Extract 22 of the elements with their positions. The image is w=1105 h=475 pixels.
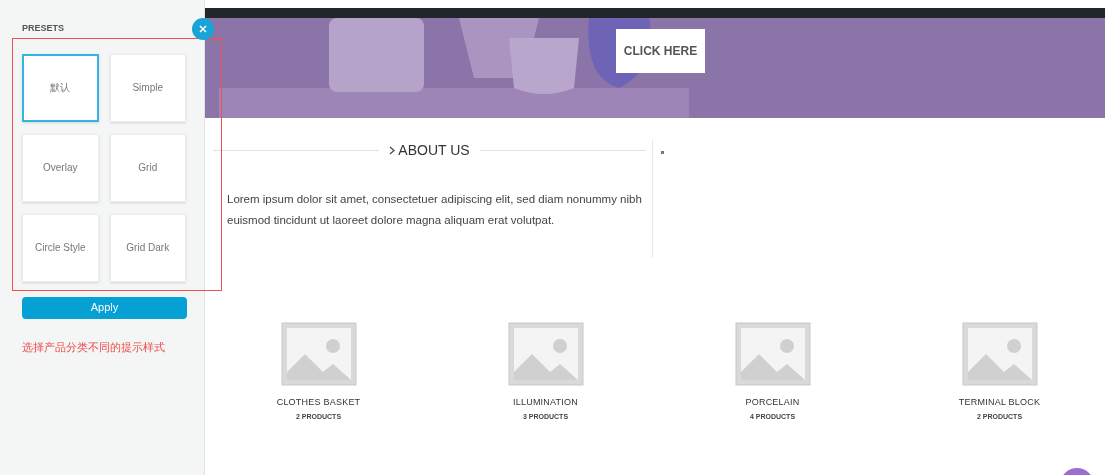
category-name: TERMINAL BLOCK bbox=[958, 396, 1041, 409]
image-placeholder-icon bbox=[734, 322, 811, 386]
category-name: CLOTHES BASKET bbox=[276, 396, 361, 409]
about-text: Lorem ipsum dolor sit amet, consectetuer adipiscing elit, sed diam nonummy nibh euismod tincidunt ut laoreet dolore magna aliquam erat volutpat. bbox=[227, 192, 643, 228]
preset-tile[interactable]: Simple bbox=[109, 53, 186, 122]
apply-button[interactable]: Apply bbox=[22, 296, 187, 319]
preset-tile[interactable]: Circle Style bbox=[22, 213, 99, 282]
preset-tile[interactable]: Grid bbox=[109, 133, 186, 202]
image-placeholder-icon bbox=[961, 322, 1038, 386]
image-placeholder-icon bbox=[507, 322, 584, 386]
preset-tile[interactable]: Overlay bbox=[22, 133, 99, 202]
section-heading: ABOUT US bbox=[398, 141, 470, 160]
preset-tile[interactable]: 默认 bbox=[22, 53, 99, 122]
preset-tile[interactable]: Grid Dark bbox=[109, 213, 186, 282]
click-here-button[interactable]: CLICK HERE bbox=[616, 29, 705, 73]
category-name: PORCELAIN bbox=[745, 396, 800, 409]
category-name: ILLUMINATION bbox=[512, 396, 578, 409]
close-icon bbox=[199, 25, 207, 33]
annotation-note: 选择产品分类不同的提示样式 bbox=[22, 339, 166, 355]
panel-title: PRESETS bbox=[22, 22, 65, 35]
image-placeholder-icon bbox=[280, 322, 357, 386]
chevron-icon bbox=[389, 146, 396, 155]
